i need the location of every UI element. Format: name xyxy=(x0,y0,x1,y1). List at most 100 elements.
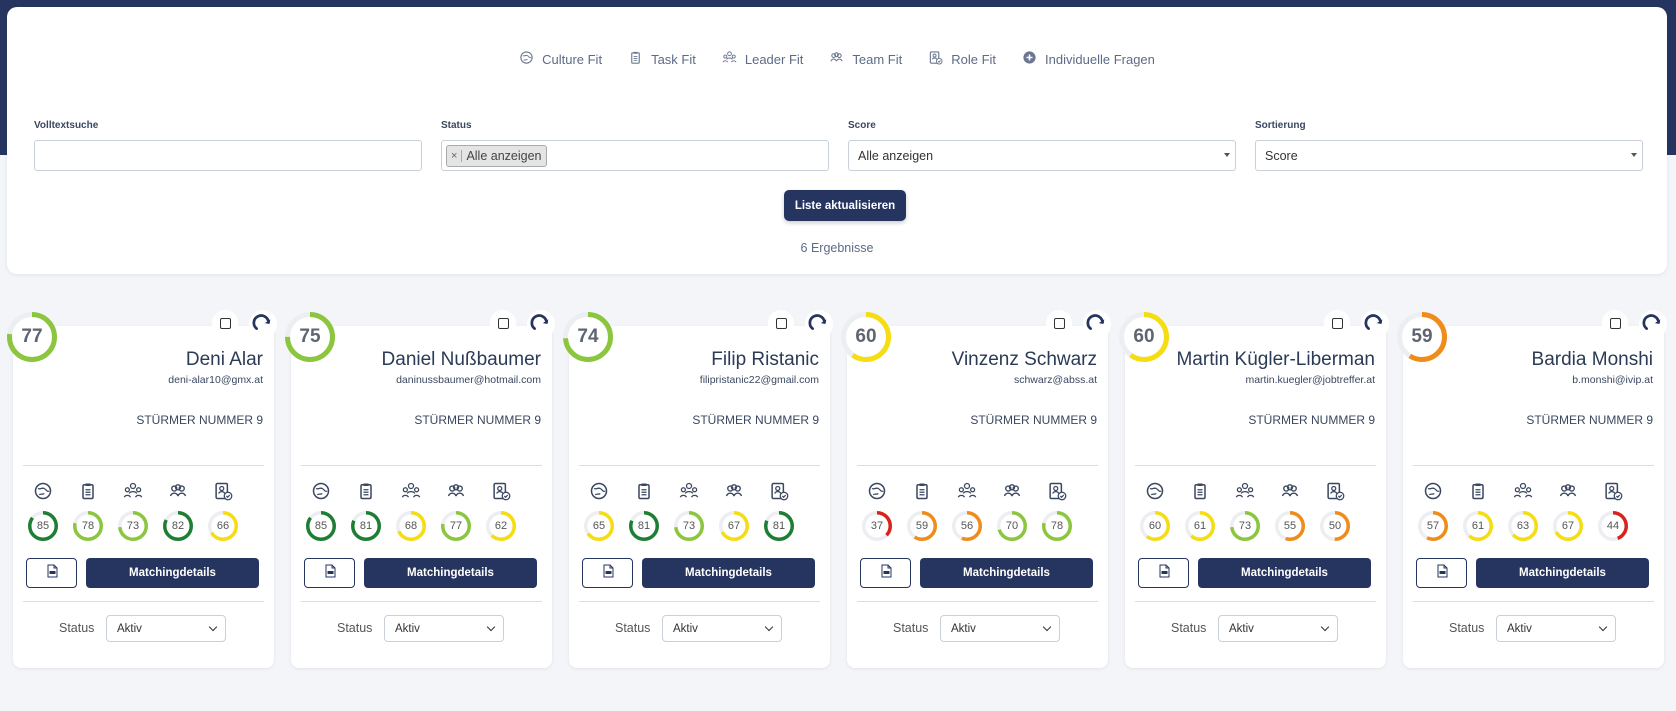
pdf-button[interactable] xyxy=(1416,558,1467,588)
matching-details-button[interactable]: Matchingdetails xyxy=(920,558,1093,588)
checkbox-square xyxy=(775,317,787,329)
tag-remove-icon[interactable]: × xyxy=(451,149,463,162)
fit-score-value: 56 xyxy=(960,520,974,532)
status-select[interactable]: Aktiv xyxy=(940,615,1060,642)
fit-tab-label: Individuelle Fragen xyxy=(1045,51,1155,67)
fit-score: 81 xyxy=(764,511,794,541)
refresh-list-button[interactable]: Liste aktualisieren xyxy=(784,190,906,221)
role-fit-icon xyxy=(928,50,943,68)
fit-tab-culture-fit[interactable]: Culture Fit xyxy=(519,50,602,68)
status-label: Status xyxy=(59,621,95,635)
status-select-value: Aktiv xyxy=(951,622,976,635)
redo-icon[interactable] xyxy=(527,310,555,338)
redo-icon[interactable] xyxy=(249,310,277,338)
fit-tab-task-fit[interactable]: Task Fit xyxy=(628,50,696,68)
chevron-down-icon xyxy=(486,622,496,632)
redo-icon[interactable] xyxy=(1639,310,1667,338)
fit-score-value: 62 xyxy=(494,520,508,532)
fit-tab-label: Culture Fit xyxy=(542,51,603,67)
fit-icons-row xyxy=(585,481,815,501)
status-filter: Status × Alle anzeigen xyxy=(441,120,829,171)
pdf-button[interactable] xyxy=(26,558,77,588)
status-select-value: Aktiv xyxy=(673,622,698,635)
fit-score: 81 xyxy=(351,511,381,541)
select-checkbox[interactable] xyxy=(1324,310,1350,336)
pdf-file-icon xyxy=(322,563,338,584)
fit-tab-role-fit[interactable]: Role Fit xyxy=(928,50,996,68)
fit-score: 55 xyxy=(1275,511,1305,541)
candidate-email: martin.kuegler@jobtreffer.at xyxy=(1245,374,1375,386)
fit-tab-individuelle-fragen[interactable]: Individuelle Fragen xyxy=(1022,50,1155,68)
fit-score-value: 57 xyxy=(1426,520,1440,532)
matching-details-button[interactable]: Matchingdetails xyxy=(86,558,259,588)
status-multiselect[interactable]: × Alle anzeigen xyxy=(441,140,829,171)
redo-icon[interactable] xyxy=(1083,310,1111,338)
fit-score-value: 44 xyxy=(1606,520,1620,532)
fit-score-value: 81 xyxy=(772,520,786,532)
select-checkbox[interactable] xyxy=(212,310,238,336)
fit-score-value: 73 xyxy=(682,520,696,532)
fit-tab-label: Task Fit xyxy=(651,51,696,67)
candidate-card: 75 Daniel Nußbaumer daninussbaumer@hotmail… xyxy=(285,310,555,668)
matching-details-button[interactable]: Matchingdetails xyxy=(1476,558,1649,588)
redo-icon[interactable] xyxy=(1361,310,1389,338)
fulltext-input[interactable] xyxy=(34,140,422,171)
pdf-button[interactable] xyxy=(860,558,911,588)
task-fit-icon xyxy=(1468,481,1488,501)
fit-tab-label: Leader Fit xyxy=(744,51,804,67)
fit-score: 77 xyxy=(441,511,471,541)
status-select[interactable]: Aktiv xyxy=(662,615,782,642)
select-checkbox[interactable] xyxy=(490,310,516,336)
culture-fit-icon xyxy=(519,50,534,68)
matching-details-button[interactable]: Matchingdetails xyxy=(364,558,537,588)
role-fit-icon xyxy=(1603,481,1623,501)
overall-score-value: 59 xyxy=(1411,326,1433,347)
fit-score-value: 63 xyxy=(1516,520,1530,532)
pdf-button[interactable] xyxy=(1138,558,1189,588)
status-tag-label: Alle anzeigen xyxy=(466,148,542,163)
divider xyxy=(857,465,1098,466)
fit-score: 61 xyxy=(1463,511,1493,541)
fit-tab-leader-fit[interactable]: Leader Fit xyxy=(722,50,804,68)
team-fit-icon xyxy=(1002,481,1022,501)
fit-score: 63 xyxy=(1508,511,1538,541)
fit-scores-row: 65 81 73 67 81 xyxy=(584,511,815,541)
score-select-value: Alle anzeigen xyxy=(858,148,934,163)
overall-score-value: 60 xyxy=(855,326,877,347)
fit-score: 59 xyxy=(907,511,937,541)
fit-score: 57 xyxy=(1418,511,1448,541)
pdf-button[interactable] xyxy=(582,558,633,588)
fit-scores-row: 37 59 56 70 78 xyxy=(862,511,1093,541)
candidate-card: 77 Deni Alar deni-alar10@gmx.at STÜRMER NUM… xyxy=(7,310,277,668)
overall-score: 75 xyxy=(285,312,335,362)
score-select[interactable]: Alle anzeigen xyxy=(848,140,1236,171)
fit-score: 73 xyxy=(118,511,148,541)
fit-score-value: 73 xyxy=(1238,520,1252,532)
sort-select[interactable]: Score xyxy=(1255,140,1643,171)
redo-icon[interactable] xyxy=(805,310,833,338)
leader-fit-icon xyxy=(123,481,143,501)
status-label: Status xyxy=(1171,621,1207,635)
status-select[interactable]: Aktiv xyxy=(384,615,504,642)
divider xyxy=(301,465,542,466)
matching-details-button[interactable]: Matchingdetails xyxy=(642,558,815,588)
status-select[interactable]: Aktiv xyxy=(106,615,226,642)
plus-circle-icon xyxy=(1022,50,1037,68)
select-checkbox[interactable] xyxy=(1046,310,1072,336)
sort-filter-label: Sortierung xyxy=(1255,120,1306,131)
role-fit-icon xyxy=(1325,481,1345,501)
fit-scores-row: 85 78 73 82 66 xyxy=(28,511,259,541)
fit-tab-label: Role Fit xyxy=(951,51,997,67)
pdf-button[interactable] xyxy=(304,558,355,588)
chevron-down-icon xyxy=(208,622,218,632)
matching-details-button[interactable]: Matchingdetails xyxy=(1198,558,1371,588)
checkbox-square xyxy=(1609,317,1621,329)
status-select[interactable]: Aktiv xyxy=(1218,615,1338,642)
select-checkbox[interactable] xyxy=(1602,310,1628,336)
fit-score: 85 xyxy=(28,511,58,541)
status-select[interactable]: Aktiv xyxy=(1496,615,1616,642)
fit-tab-team-fit[interactable]: Team Fit xyxy=(829,50,902,68)
fulltext-filter: Volltextsuche xyxy=(34,120,422,171)
fit-score: 67 xyxy=(1553,511,1583,541)
select-checkbox[interactable] xyxy=(768,310,794,336)
